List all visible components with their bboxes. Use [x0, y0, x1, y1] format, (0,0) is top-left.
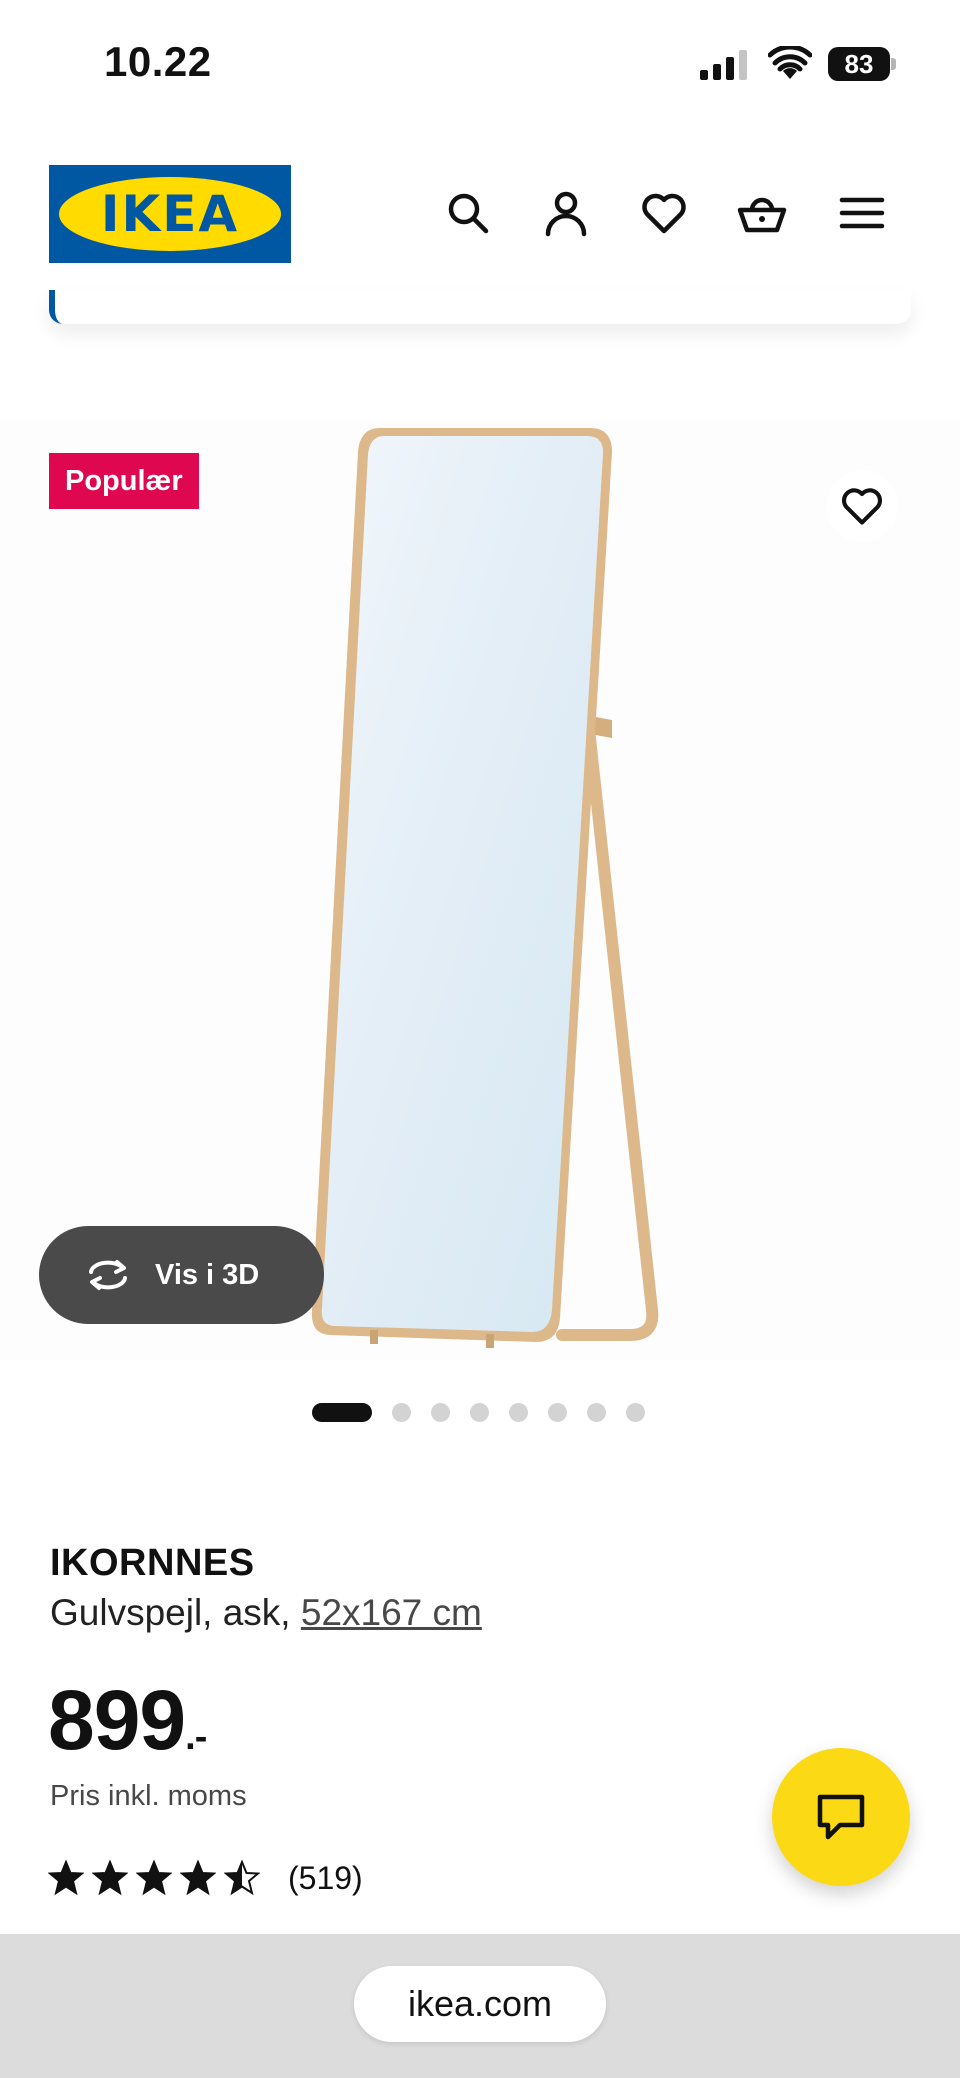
- browser-bottom-bar: ikea.com: [0, 1934, 960, 2078]
- battery-level: 83: [828, 47, 890, 81]
- carousel-dot[interactable]: [470, 1402, 489, 1422]
- carousel-dot[interactable]: [509, 1402, 528, 1422]
- view-in-3d-button[interactable]: Vis i 3D: [39, 1226, 324, 1324]
- product-name: IKORNNES: [50, 1542, 255, 1584]
- basket-icon[interactable]: [737, 188, 787, 238]
- price-note: Pris inkl. moms: [50, 1780, 247, 1812]
- status-time: 10.22: [104, 38, 212, 85]
- chat-icon: [817, 1794, 865, 1840]
- star-icon: [180, 1860, 216, 1896]
- heart-icon: [842, 488, 882, 525]
- star-icon: [92, 1860, 128, 1896]
- price-value: 899: [48, 1673, 186, 1767]
- carousel-dot[interactable]: [431, 1402, 450, 1422]
- product-image-mirror[interactable]: [300, 420, 670, 1350]
- status-bar: 10.22 83: [0, 0, 960, 130]
- menu-icon[interactable]: [837, 188, 887, 238]
- heart-icon[interactable]: [639, 188, 689, 238]
- battery-tip: [891, 58, 896, 70]
- image-carousel-dots: [312, 1402, 645, 1422]
- carousel-dot[interactable]: [312, 1402, 372, 1422]
- product-description-text: Gulvspejl, ask,: [50, 1592, 301, 1633]
- star-icon: [48, 1860, 84, 1896]
- rating-count: (519): [288, 1859, 363, 1896]
- logo-text: IKEA: [100, 185, 240, 243]
- price-suffix: .-: [185, 1716, 207, 1758]
- rating-stars: [48, 1860, 268, 1896]
- carousel-dot[interactable]: [548, 1402, 567, 1422]
- cellular-signal-icon: [700, 50, 747, 80]
- popular-badge: Populær: [49, 453, 199, 509]
- battery-icon: 83: [828, 47, 896, 81]
- url-bar[interactable]: ikea.com: [354, 1966, 606, 2042]
- account-icon[interactable]: [541, 188, 591, 238]
- ikea-logo[interactable]: IKEA: [49, 165, 291, 263]
- product-size-link[interactable]: 52x167 cm: [301, 1592, 482, 1633]
- chat-button[interactable]: [772, 1748, 910, 1886]
- search-bar-edge: [49, 290, 911, 324]
- star-icon: [224, 1860, 260, 1896]
- product-description: Gulvspejl, ask, 52x167 cm: [50, 1592, 482, 1634]
- search-icon[interactable]: [443, 188, 493, 238]
- logo-oval: IKEA: [59, 177, 281, 251]
- star-icon: [136, 1860, 172, 1896]
- product-price: 899.-: [48, 1672, 207, 1769]
- carousel-dot[interactable]: [587, 1402, 606, 1422]
- carousel-dot[interactable]: [392, 1402, 411, 1422]
- product-rating[interactable]: (519): [48, 1855, 363, 1901]
- rotate-3d-icon: [89, 1260, 127, 1290]
- wifi-icon: [768, 46, 812, 79]
- favorite-button[interactable]: [826, 470, 898, 542]
- carousel-dot[interactable]: [626, 1402, 645, 1422]
- view-in-3d-label: Vis i 3D: [155, 1258, 260, 1291]
